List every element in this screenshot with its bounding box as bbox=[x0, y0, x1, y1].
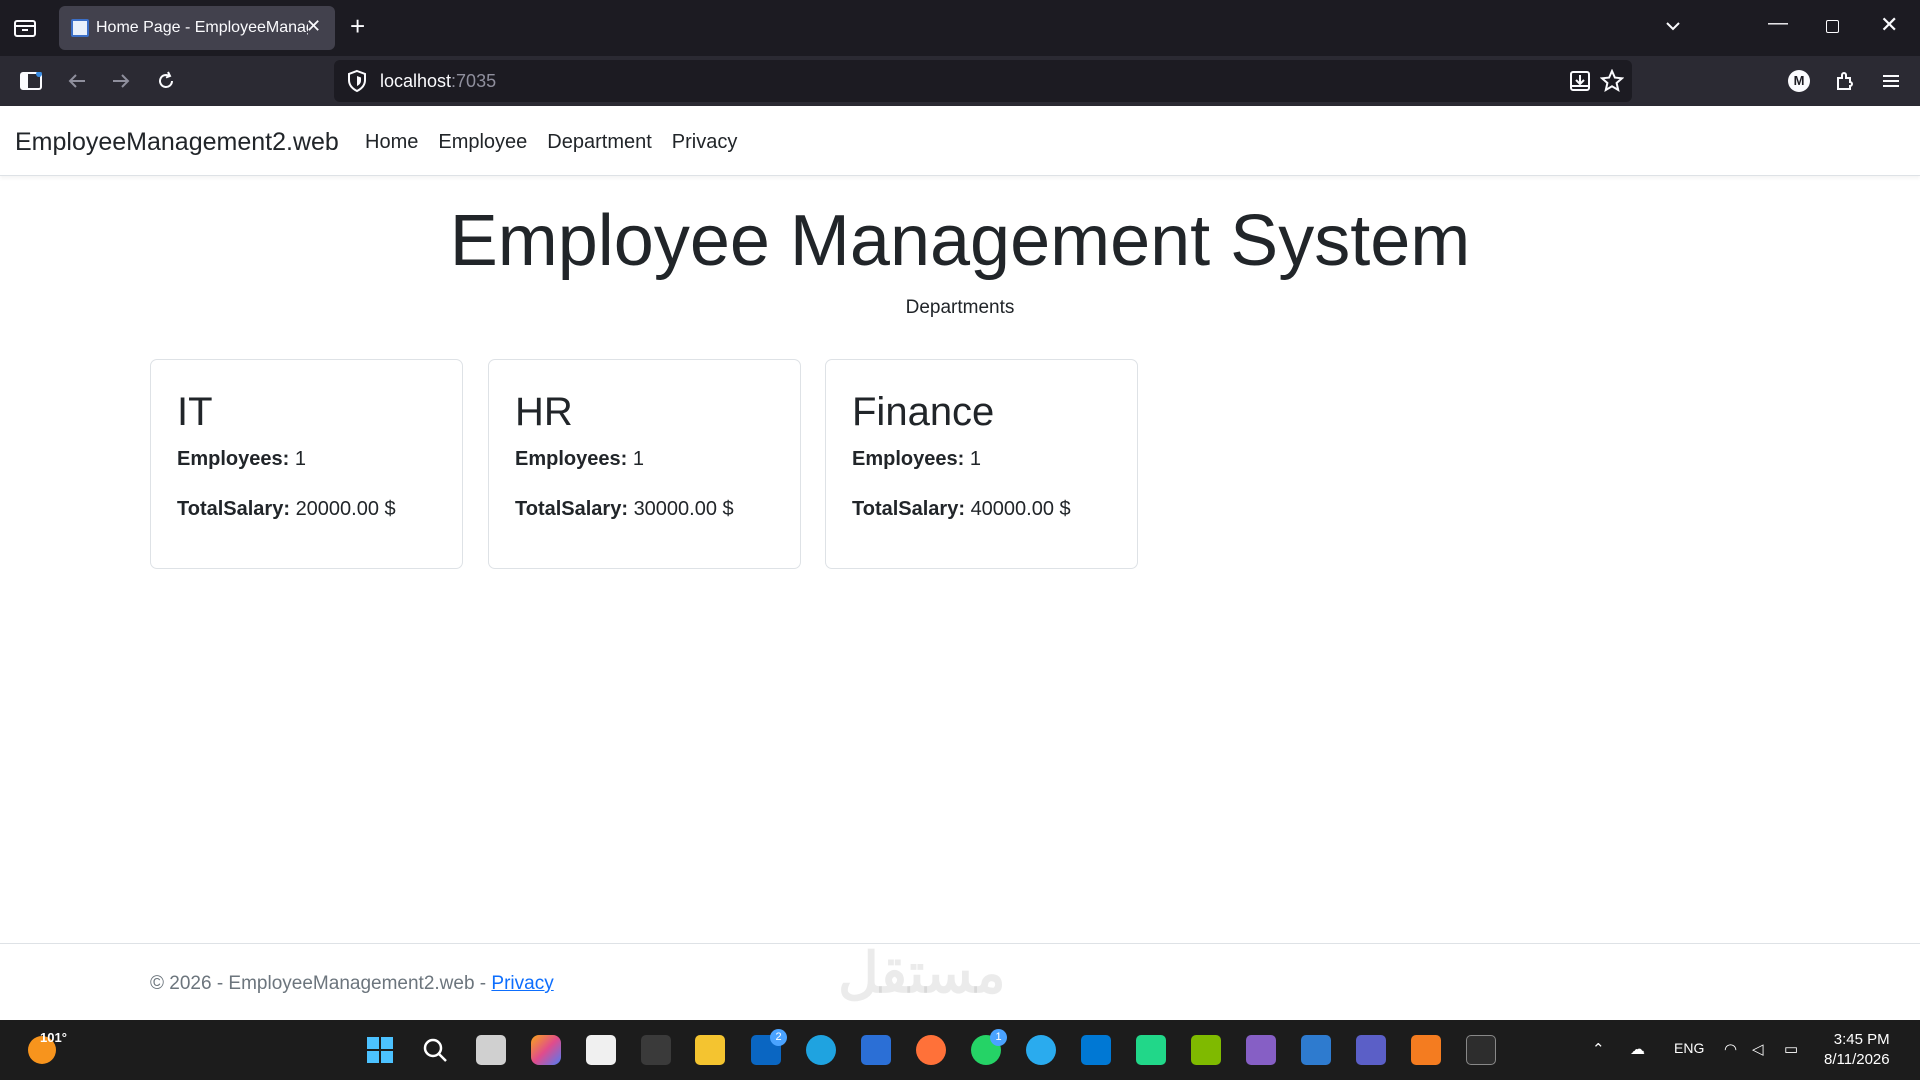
chevron-down-icon[interactable] bbox=[1663, 16, 1683, 36]
total-salary: TotalSalary: 20000.00 $ bbox=[177, 498, 396, 520]
shield-icon[interactable] bbox=[346, 69, 368, 93]
tab-list-icon[interactable] bbox=[12, 16, 38, 40]
minimize-icon[interactable]: — bbox=[1768, 12, 1788, 35]
url-text: localhost:7035 bbox=[380, 71, 497, 91]
browser-tab-strip: Home Page - EmployeeManagement2.web ✕ + … bbox=[0, 0, 1920, 56]
close-window-icon[interactable]: ✕ bbox=[1880, 12, 1898, 38]
store-icon[interactable] bbox=[586, 1035, 616, 1065]
browser-toolbar: localhost:7035 M bbox=[0, 56, 1920, 106]
close-tab-icon[interactable]: ✕ bbox=[306, 16, 321, 37]
task-view-icon[interactable] bbox=[476, 1035, 506, 1065]
nav-employee[interactable]: Employee bbox=[438, 131, 527, 154]
department-card: Finance Employees: 1 TotalSalary: 40000.… bbox=[825, 359, 1138, 569]
bookmark-star-icon[interactable] bbox=[1600, 69, 1624, 93]
clock-date: 8/11/2026 bbox=[1824, 1051, 1890, 1068]
visual-studio-icon[interactable] bbox=[1246, 1035, 1276, 1065]
azure-data-studio-icon[interactable] bbox=[1301, 1035, 1331, 1065]
footer-privacy-link[interactable]: Privacy bbox=[491, 973, 553, 994]
department-name: HR bbox=[515, 390, 573, 434]
taskbar: 101° 2 1 ⌃ ☁ ENG ◠ ◁ ▭ 3:45 PM 8/11/2026 bbox=[0, 1020, 1920, 1080]
whatsapp-icon[interactable]: 1 bbox=[971, 1029, 1007, 1065]
reload-icon[interactable] bbox=[151, 56, 181, 106]
volume-icon[interactable]: ◁ bbox=[1752, 1040, 1764, 1058]
menu-icon[interactable] bbox=[1876, 56, 1906, 106]
search-icon[interactable] bbox=[420, 1035, 450, 1065]
total-salary: TotalSalary: 30000.00 $ bbox=[515, 498, 734, 520]
save-page-icon[interactable] bbox=[1568, 69, 1592, 93]
back-icon[interactable] bbox=[62, 56, 92, 106]
tab-title: Home Page - EmployeeManagement2.web bbox=[96, 19, 308, 36]
weather-temperature: 101° bbox=[40, 1030, 67, 1045]
brand-link[interactable]: EmployeeManagement2.web bbox=[15, 128, 339, 157]
terminal-icon[interactable] bbox=[1466, 1035, 1496, 1065]
department-name: IT bbox=[177, 390, 213, 434]
notepad-icon[interactable] bbox=[641, 1035, 671, 1065]
nav-home[interactable]: Home bbox=[365, 131, 418, 154]
nav-department[interactable]: Department bbox=[547, 131, 652, 154]
tab-home-page[interactable]: Home Page - EmployeeManagement2.web ✕ bbox=[59, 6, 335, 50]
watermark: مستقل bbox=[838, 941, 1006, 1004]
department-card: IT Employees: 1 TotalSalary: 20000.00 $ bbox=[150, 359, 463, 569]
pycharm-icon[interactable] bbox=[1136, 1035, 1166, 1065]
nav-privacy[interactable]: Privacy bbox=[672, 131, 738, 154]
clock-time: 3:45 PM bbox=[1833, 1031, 1890, 1048]
total-salary: TotalSalary: 40000.00 $ bbox=[852, 498, 1071, 520]
notification-badge: 1 bbox=[990, 1029, 1007, 1046]
footer-text: © 2026 - EmployeeManagement2.web - Priva… bbox=[150, 973, 554, 994]
firefox-icon[interactable] bbox=[916, 1035, 946, 1065]
employees-count: Employees: 1 bbox=[177, 448, 306, 470]
office-icon[interactable] bbox=[1191, 1035, 1221, 1065]
page-subtitle: Departments bbox=[905, 297, 1015, 318]
department-card: HR Employees: 1 TotalSalary: 30000.00 $ bbox=[488, 359, 801, 569]
vscode-icon[interactable] bbox=[1081, 1035, 1111, 1065]
chevron-up-icon[interactable]: ⌃ bbox=[1592, 1040, 1605, 1058]
whiteboard-icon[interactable] bbox=[861, 1035, 891, 1065]
sidebar-icon[interactable] bbox=[16, 56, 46, 106]
new-tab-icon[interactable]: + bbox=[350, 12, 365, 40]
battery-icon[interactable]: ▭ bbox=[1784, 1040, 1798, 1058]
address-bar[interactable]: localhost:7035 bbox=[334, 60, 1632, 102]
clock[interactable]: 3:45 PM 8/11/2026 bbox=[1824, 1030, 1890, 1070]
linkedin-icon[interactable]: 2 bbox=[751, 1029, 787, 1065]
copilot-icon[interactable] bbox=[531, 1035, 561, 1065]
site-nav: Home Employee Department Privacy bbox=[365, 131, 737, 154]
extensions-icon[interactable] bbox=[1830, 56, 1860, 106]
language-indicator[interactable]: ENG bbox=[1674, 1040, 1704, 1056]
app-icon[interactable] bbox=[1411, 1035, 1441, 1065]
edge-icon[interactable] bbox=[806, 1035, 836, 1065]
employees-count: Employees: 1 bbox=[515, 448, 644, 470]
account-avatar[interactable]: M bbox=[1788, 70, 1810, 92]
employees-count: Employees: 1 bbox=[852, 448, 981, 470]
file-explorer-icon[interactable] bbox=[695, 1035, 725, 1065]
page-icon bbox=[71, 19, 89, 37]
page-title: Employee Management System bbox=[449, 201, 1471, 281]
site-header: EmployeeManagement2.web Home Employee De… bbox=[0, 106, 1920, 176]
forward-icon[interactable] bbox=[106, 56, 136, 106]
restore-window-icon[interactable] bbox=[1826, 20, 1839, 33]
notification-badge: 2 bbox=[770, 1029, 787, 1046]
windows-start-icon[interactable] bbox=[365, 1035, 395, 1065]
telegram-icon[interactable] bbox=[1026, 1035, 1056, 1065]
onedrive-icon[interactable]: ☁ bbox=[1630, 1040, 1645, 1058]
wifi-icon[interactable]: ◠ bbox=[1724, 1040, 1737, 1058]
teams-icon[interactable] bbox=[1356, 1035, 1386, 1065]
department-name: Finance bbox=[852, 390, 995, 434]
